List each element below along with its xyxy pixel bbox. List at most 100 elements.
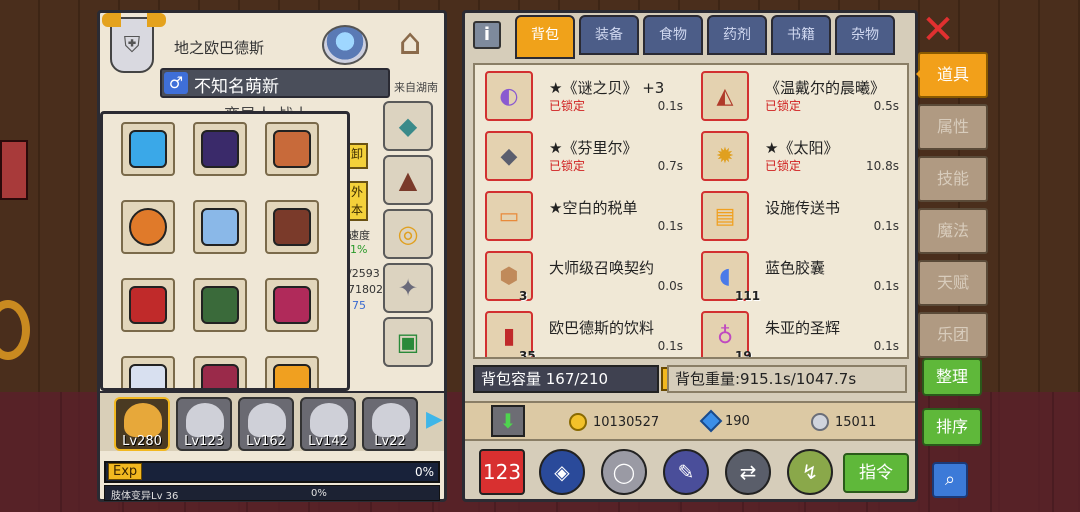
stat-power: 71802 [348, 283, 383, 296]
party-member-1[interactable]: Lv280 [114, 397, 170, 451]
tab-misc[interactable]: 杂物 [835, 15, 895, 55]
party-member-4[interactable]: Lv142 [300, 397, 356, 451]
cloak-icon[interactable] [265, 200, 319, 254]
gem-necklace-icon[interactable] [265, 122, 319, 176]
item-weight: 0.1s [873, 219, 899, 233]
party-member-2[interactable]: Lv123 [176, 397, 232, 451]
stat-hp: /2593 [348, 267, 380, 280]
side-item-attributes[interactable]: 属性 [918, 104, 988, 150]
item-weight: 0.1s [657, 219, 683, 233]
list-item[interactable]: ◆ ★《芬里尔》 已锁定 0.7s [479, 129, 693, 185]
crimson-wing-icon[interactable] [265, 278, 319, 332]
command-button[interactable]: 指令 [843, 453, 909, 493]
side-item-items[interactable]: 道具 [916, 52, 988, 98]
ring-icon[interactable]: ◎ [383, 209, 433, 259]
item-name: 设施传送书 [765, 199, 841, 217]
list-item[interactable]: ▤ 设施传送书 0.1s [695, 189, 907, 245]
item-name: ★空白的税单 [549, 199, 638, 217]
lock-status: 已锁定 [549, 99, 586, 113]
flame-spear-icon[interactable] [265, 356, 319, 388]
helmet-icon[interactable] [121, 122, 175, 176]
inventory-tabs: 背包 装备 食物 药剂 书籍 杂物 [515, 15, 895, 59]
gem-display: 190 [699, 409, 750, 433]
list-item[interactable]: ⬢ 大师级召唤契约 0.0s 3 [479, 249, 693, 305]
item-name: 蓝色胶囊 [765, 259, 826, 277]
inventory-panel: i 背包 装备 食物 药剂 书籍 杂物 ◐ ★《谜之贝》 +3 已锁定 0.1s ◭ 《温… [462, 10, 918, 502]
party-member-5[interactable]: Lv22 [362, 397, 418, 451]
sword-icon[interactable] [121, 356, 175, 388]
list-item[interactable]: ♁ 朱亚的圣辉 0.1s 19 [695, 309, 907, 359]
item-weight: 0.1s [657, 99, 683, 113]
gauntlet-icon[interactable]: ✦ [383, 263, 433, 313]
party-level: Lv162 [246, 434, 286, 449]
red-dragon-icon[interactable] [121, 278, 175, 332]
feather-icon[interactable] [193, 200, 247, 254]
magnify-icon[interactable]: ◯ [601, 449, 647, 495]
item-name: 大师级召唤契约 [549, 259, 655, 277]
side-item-band[interactable]: 乐团 [918, 312, 988, 358]
capacity-label: 背包容量 167/210 [473, 365, 659, 393]
dark-crown-icon[interactable] [193, 122, 247, 176]
wolf-icon: ◆ [485, 131, 533, 181]
item-count: 19 [735, 349, 752, 359]
side-menu: 道具 属性 技能 魔法 天赋 乐团 [916, 52, 992, 364]
list-item[interactable]: ◭ 《温戴尔的晨曦》 已锁定 0.5s [695, 69, 907, 125]
sort-button[interactable]: 整理 [922, 358, 982, 396]
stat-level: 75 [352, 299, 366, 312]
avatar [248, 403, 286, 437]
shield-icon[interactable] [121, 200, 175, 254]
tab-equipment[interactable]: 装备 [579, 15, 639, 55]
tab-books[interactable]: 书籍 [771, 15, 831, 55]
info-icon[interactable]: i [473, 21, 501, 49]
item-weight: 0.5s [873, 99, 899, 113]
list-item[interactable]: ✹ ★《太阳》 已锁定 10.8s [695, 129, 907, 185]
item-name: ★《谜之贝》 +3 [549, 79, 665, 97]
exp-bar: Exp 0% [104, 461, 440, 483]
equipment-grid-popup [100, 111, 350, 391]
side-item-talent[interactable]: 天赋 [918, 260, 988, 306]
item-name: ★《太阳》 [765, 139, 839, 157]
side-item-magic[interactable]: 魔法 [918, 208, 988, 254]
bag-icon[interactable]: ◈ [539, 449, 585, 495]
guild-crest-icon[interactable]: ⛨ [102, 13, 166, 73]
avatar [186, 403, 224, 437]
lock-status: 已锁定 [765, 159, 802, 173]
number-sort-icon[interactable]: 123 [479, 449, 525, 495]
list-item[interactable]: ▮ 欧巴德斯的饮料 0.1s 35 [479, 309, 693, 357]
chevron-right-icon[interactable]: ▶ [426, 407, 443, 437]
axe-icon[interactable] [193, 356, 247, 388]
tab-bag[interactable]: 背包 [515, 15, 575, 59]
teleport-book-icon: ▤ [701, 191, 749, 241]
character-panel: ⛨ 地之欧巴德斯 ⌂ ♂ 不知名萌新 来自湖南 变异人 战士 卸 外 本 速度 … [97, 10, 447, 502]
boot-icon[interactable]: ✎ [663, 449, 709, 495]
swap-icon[interactable]: ⇄ [725, 449, 771, 495]
gold-display: 10130527 [569, 413, 659, 431]
orb-icon[interactable] [322, 25, 368, 65]
fishing-rod-icon[interactable]: ↯ [787, 449, 833, 495]
origin-label: 来自湖南 [394, 81, 438, 94]
download-icon[interactable]: ⬇ [491, 405, 525, 437]
list-item[interactable]: ◐ ★《谜之贝》 +3 已锁定 0.1s [479, 69, 693, 125]
item-count: 111 [735, 289, 761, 303]
device-icon[interactable]: ▣ [383, 317, 433, 367]
hanger-icon[interactable]: ⌂ [382, 21, 438, 65]
tab-potion[interactable]: 药剂 [707, 15, 767, 55]
close-icon[interactable]: ✕ [920, 10, 956, 50]
exp-percent: 0% [414, 465, 434, 479]
name-bar[interactable]: ♂ 不知名萌新 [160, 68, 390, 98]
order-button[interactable]: 排序 [922, 408, 982, 446]
list-item[interactable]: ◖ 蓝色胶囊 0.1s 111 [695, 249, 907, 305]
item-name: 《温戴尔的晨曦》 [765, 79, 886, 97]
gem-value: 190 [725, 413, 750, 429]
item-name: ★《芬里尔》 [549, 139, 638, 157]
green-armor-icon[interactable] [193, 278, 247, 332]
side-item-skills[interactable]: 技能 [918, 156, 988, 202]
search-icon[interactable]: ⌕ [932, 462, 968, 498]
character-header: ⛨ 地之欧巴德斯 ⌂ ♂ 不知名萌新 来自湖南 [100, 13, 444, 113]
weight-label: 背包重量:915.1s/1047.7s [667, 365, 907, 393]
gem-armor-icon[interactable]: ◆ [383, 101, 433, 151]
party-member-3[interactable]: Lv162 [238, 397, 294, 451]
tab-food[interactable]: 食物 [643, 15, 703, 55]
list-item[interactable]: ▭ ★空白的税单 0.1s [479, 189, 693, 245]
boots-icon[interactable]: ▲ [383, 155, 433, 205]
